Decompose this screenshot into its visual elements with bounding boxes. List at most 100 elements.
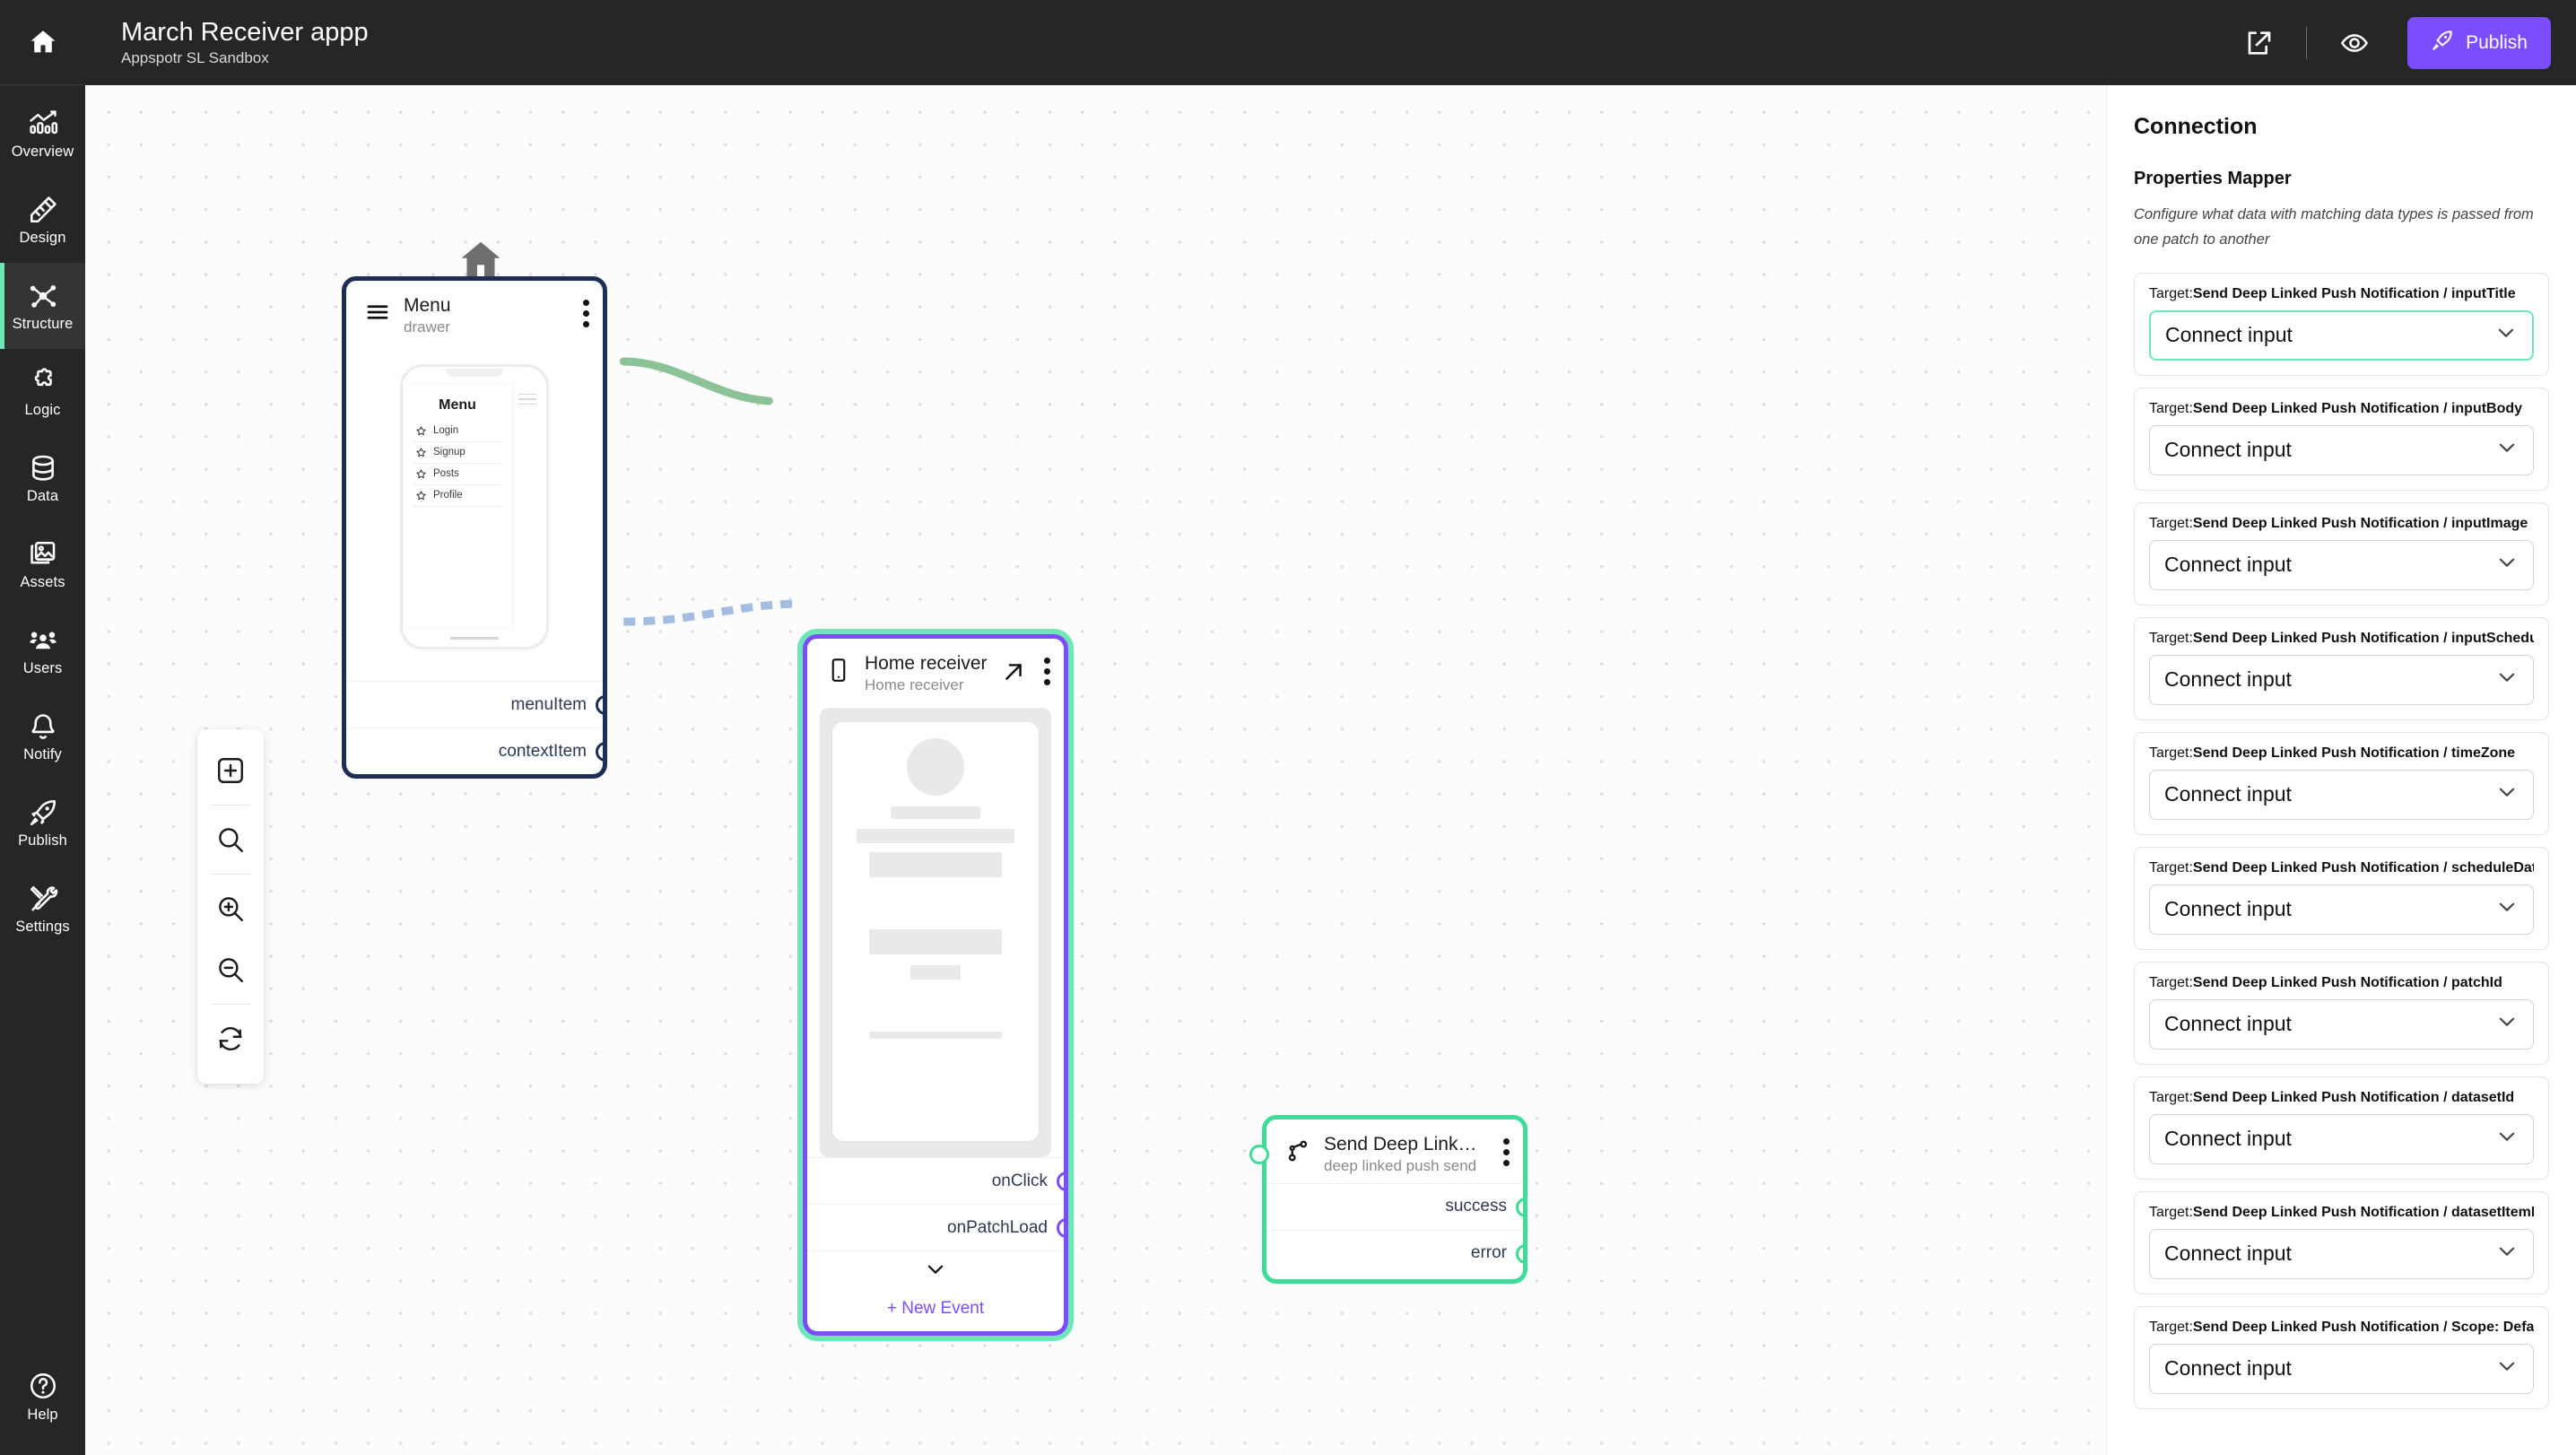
- port-connector[interactable]: [596, 695, 603, 715]
- notify-bell-icon: [28, 711, 58, 742]
- connect-input-select[interactable]: Connect input: [2149, 654, 2534, 705]
- open-external-icon[interactable]: [1001, 659, 1026, 684]
- zoom-in-icon: [215, 893, 246, 924]
- nav-home-button[interactable]: [0, 0, 85, 85]
- chevron-down-icon: [2495, 895, 2519, 923]
- publish-button[interactable]: Publish: [2407, 16, 2551, 69]
- node-menu-button[interactable]: [1498, 1136, 1510, 1169]
- toolbar-divider: [211, 1004, 250, 1005]
- sidebar-item-structure[interactable]: Structure: [0, 263, 85, 349]
- drawer-item: Profile: [412, 485, 503, 507]
- node-subtitle: deep linked push send: [1324, 1156, 1477, 1174]
- connect-input-select[interactable]: Connect input: [2149, 1343, 2534, 1394]
- header-divider: [2306, 26, 2308, 59]
- preview-skeleton-card: [832, 721, 1039, 1141]
- structure-canvas[interactable]: Menu drawer Menu Login Signup Posts Prof…: [85, 85, 2106, 1455]
- sidebar-item-logic[interactable]: Logic: [0, 349, 85, 435]
- sidebar-item-design[interactable]: Design: [0, 177, 85, 263]
- sidebar-item-assets[interactable]: Assets: [0, 521, 85, 607]
- search-icon: [215, 824, 246, 855]
- connect-input-select[interactable]: Connect input: [2149, 424, 2534, 475]
- connect-input-select[interactable]: Connect input: [2149, 1228, 2534, 1279]
- star-icon: [416, 447, 426, 457]
- node-menu-button[interactable]: [1039, 655, 1050, 688]
- main-area: March Receiver appp Appspotr SL Sandbox: [85, 0, 2576, 1455]
- property-mapping-card: Target:Send Deep Linked Push Notificatio…: [2134, 272, 2549, 376]
- hamburger-menu-icon: [364, 299, 391, 326]
- canvas-zoom-toolbar: [197, 729, 264, 1084]
- port-connector-input[interactable]: [1249, 1145, 1269, 1164]
- logic-puzzle-icon: [28, 367, 58, 397]
- sidebar-item-label: Assets: [20, 573, 65, 590]
- new-event-button[interactable]: + New Event: [807, 1292, 1064, 1331]
- chevron-down-icon: [2494, 321, 2518, 349]
- eye-preview-icon: [2340, 29, 2369, 57]
- reset-view-button[interactable]: [207, 1015, 254, 1062]
- connect-input-value: Connect input: [2164, 438, 2292, 462]
- mapping-target-label: Target:Send Deep Linked Push Notificatio…: [2149, 1089, 2534, 1107]
- preview-button[interactable]: [2328, 17, 2380, 69]
- panel-title: Connection: [2134, 114, 2258, 139]
- property-mapping-card: Target:Send Deep Linked Push Notificatio…: [2134, 501, 2549, 606]
- edge-onclick-to-push: [623, 599, 795, 626]
- search-button[interactable]: [207, 816, 254, 863]
- port-connector[interactable]: [1516, 1243, 1523, 1264]
- node-header-actions: [578, 297, 589, 330]
- canvas-node-send-deep-linked-push-notification[interactable]: Send Deep Linked Push N... deep linked p…: [1249, 1115, 1527, 1284]
- node-event-port-row[interactable]: onClick: [807, 1157, 1064, 1204]
- node-titles: Home receiver Home receiver: [865, 653, 988, 693]
- sidebar-item-publish[interactable]: Publish: [0, 780, 85, 866]
- skeleton-block: [869, 928, 1002, 954]
- connect-input-select[interactable]: Connect input: [2149, 539, 2534, 590]
- node-titles: Menu drawer: [404, 295, 565, 335]
- mapping-target-value: Send Deep Linked Push Notification / Sco…: [2192, 1319, 2534, 1335]
- canvas-node-menu[interactable]: Menu drawer Menu Login Signup Posts Prof…: [342, 241, 607, 779]
- mapping-target-value: Send Deep Linked Push Notification / inp…: [2192, 400, 2523, 416]
- skeleton-line: [869, 1031, 1002, 1039]
- chevron-down-icon: [2495, 1240, 2519, 1268]
- drawer-item-label: Profile: [433, 490, 463, 501]
- sidebar-item-settings[interactable]: Settings: [0, 866, 85, 952]
- publish-button-label: Publish: [2466, 31, 2528, 53]
- drawer-item-label: Login: [433, 425, 459, 437]
- collapse-events-button[interactable]: [807, 1250, 1064, 1292]
- zoom-in-button[interactable]: [207, 885, 254, 932]
- mapping-target-prefix: Target:: [2149, 745, 2193, 761]
- sidebar-item-overview[interactable]: Overview: [0, 91, 85, 177]
- connect-input-value: Connect input: [2164, 553, 2292, 577]
- connect-input-select[interactable]: Connect input: [2149, 1113, 2534, 1164]
- node-output-port-row[interactable]: error: [1266, 1229, 1523, 1276]
- node-output-port-row[interactable]: success: [1266, 1182, 1523, 1230]
- connect-input-select[interactable]: Connect input: [2149, 769, 2534, 820]
- node-event-port-row[interactable]: onPatchLoad: [807, 1204, 1064, 1250]
- mapping-target-value: Send Deep Linked Push Notification / dat…: [2192, 1204, 2534, 1220]
- zoom-out-button[interactable]: [207, 946, 254, 993]
- canvas-node-home-receiver[interactable]: Home receiver Home receiver onClick onPa…: [797, 629, 1074, 1341]
- port-connector[interactable]: [1516, 1197, 1523, 1217]
- sidebar-item-users[interactable]: Users: [0, 607, 85, 693]
- sidebar-item-data[interactable]: Data: [0, 435, 85, 521]
- mapping-target-prefix: Target:: [2149, 859, 2193, 876]
- connect-input-select[interactable]: Connect input: [2149, 884, 2534, 935]
- mapping-target-prefix: Target:: [2149, 400, 2193, 416]
- node-output-port-row[interactable]: menuItem: [346, 681, 603, 728]
- connect-input-select[interactable]: Connect input: [2149, 309, 2534, 361]
- add-node-button[interactable]: [207, 747, 254, 794]
- page-title: March Receiver appp: [121, 18, 369, 48]
- panel-section-title: Properties Mapper: [2134, 169, 2292, 188]
- chevron-down-icon: [2495, 551, 2519, 579]
- node-output-port-row[interactable]: contextItem: [346, 728, 603, 774]
- port-connector[interactable]: [1057, 1172, 1064, 1191]
- connect-input-select[interactable]: Connect input: [2149, 998, 2534, 1050]
- skeleton-line: [910, 964, 961, 980]
- node-menu-button[interactable]: [578, 297, 589, 330]
- port-connector[interactable]: [1057, 1218, 1064, 1238]
- property-mapping-card: Target:Send Deep Linked Push Notificatio…: [2134, 846, 2549, 950]
- workspace-row: Menu drawer Menu Login Signup Posts Prof…: [85, 85, 2576, 1455]
- port-connector[interactable]: [596, 742, 603, 762]
- mapping-target-prefix: Target:: [2149, 1204, 2193, 1220]
- sidebar-item-help[interactable]: Help: [0, 1347, 85, 1455]
- share-button[interactable]: [2232, 17, 2284, 69]
- sidebar-item-label: Logic: [24, 401, 61, 418]
- sidebar-item-notify[interactable]: Notify: [0, 693, 85, 780]
